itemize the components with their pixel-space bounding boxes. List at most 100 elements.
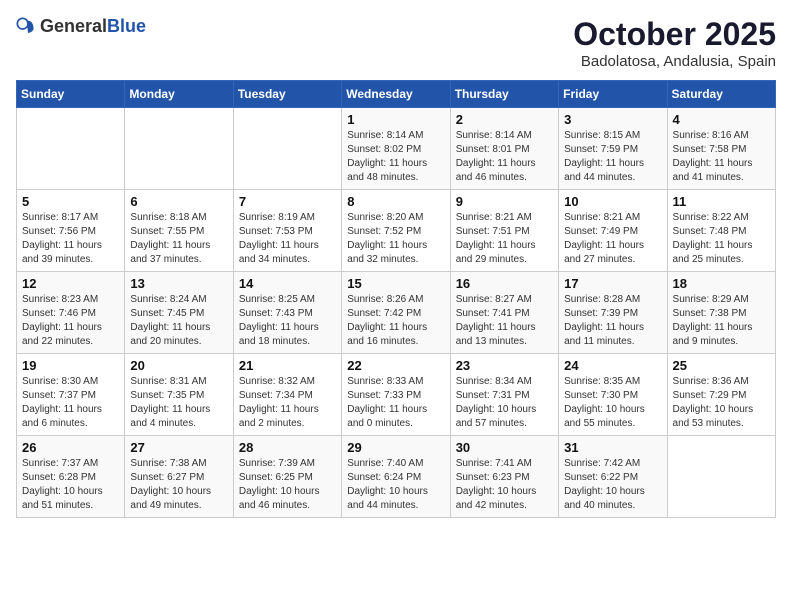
week-row-1: 5 Sunrise: 8:17 AM Sunset: 7:56 PM Daylig… <box>17 190 776 272</box>
day-info: Sunrise: 8:21 AM Sunset: 7:51 PM Dayligh… <box>456 211 553 267</box>
header-row: SundayMondayTuesdayWednesdayThursdayFrid… <box>17 81 776 108</box>
day-info: Sunrise: 7:42 AM Sunset: 6:22 PM Dayligh… <box>564 457 661 513</box>
day-info: Sunrise: 8:36 AM Sunset: 7:29 PM Dayligh… <box>673 375 770 431</box>
calendar-cell: 1Sunrise: 8:14 AM Sunset: 8:02 PM Daylig… <box>342 108 450 190</box>
calendar-cell: 12 Sunrise: 8:23 AM Sunset: 7:46 PM Dayli… <box>17 272 125 354</box>
calendar-cell: 5 Sunrise: 8:17 AM Sunset: 7:56 PM Daylig… <box>17 190 125 272</box>
calendar-cell: 19 Sunrise: 8:30 AM Sunset: 7:37 PM Dayli… <box>17 354 125 436</box>
calendar-cell <box>667 436 775 518</box>
day-number: 27 <box>130 440 227 455</box>
header-cell-monday: Monday <box>125 81 233 108</box>
day-number: 29 <box>347 440 444 455</box>
day-number: 2 <box>456 112 553 127</box>
day-number: 13 <box>130 276 227 291</box>
day-number: 14 <box>239 276 336 291</box>
day-info: Sunrise: 7:37 AM Sunset: 6:28 PM Dayligh… <box>22 457 119 513</box>
day-info: Sunrise: 8:20 AM Sunset: 7:52 PM Dayligh… <box>347 211 444 267</box>
calendar-cell: 20 Sunrise: 8:31 AM Sunset: 7:35 PM Dayli… <box>125 354 233 436</box>
day-info: Sunrise: 8:14 AM Sunset: 8:02 PM Dayligh… <box>347 129 444 185</box>
calendar-cell: 7Sunrise: 8:19 AM Sunset: 7:53 PM Daylig… <box>233 190 341 272</box>
day-info: Sunrise: 7:40 AM Sunset: 6:24 PM Dayligh… <box>347 457 444 513</box>
calendar-cell: 16Sunrise: 8:27 AM Sunset: 7:41 PM Dayli… <box>450 272 558 354</box>
calendar-cell: 14Sunrise: 8:25 AM Sunset: 7:43 PM Dayli… <box>233 272 341 354</box>
calendar-cell: 31 Sunrise: 7:42 AM Sunset: 6:22 PM Dayli… <box>559 436 667 518</box>
logo-general: General <box>40 16 107 36</box>
day-number: 28 <box>239 440 336 455</box>
calendar-cell <box>125 108 233 190</box>
calendar-cell: 22 Sunrise: 8:33 AM Sunset: 7:33 PM Dayli… <box>342 354 450 436</box>
day-info: Sunrise: 8:30 AM Sunset: 7:37 PM Dayligh… <box>22 375 119 431</box>
title-area: October 2025 Badolatosa, Andalusia, Spai… <box>573 16 776 70</box>
header-cell-thursday: Thursday <box>450 81 558 108</box>
day-info: Sunrise: 8:26 AM Sunset: 7:42 PM Dayligh… <box>347 293 444 349</box>
day-info: Sunrise: 8:28 AM Sunset: 7:39 PM Dayligh… <box>564 293 661 349</box>
day-number: 31 <box>564 440 661 455</box>
day-info: Sunrise: 8:18 AM Sunset: 7:55 PM Dayligh… <box>130 211 227 267</box>
day-number: 17 <box>564 276 661 291</box>
calendar-cell: 23 Sunrise: 8:34 AM Sunset: 7:31 PM Dayli… <box>450 354 558 436</box>
day-number: 21 <box>239 358 336 373</box>
day-number: 18 <box>673 276 770 291</box>
calendar-cell <box>233 108 341 190</box>
calendar-table: SundayMondayTuesdayWednesdayThursdayFrid… <box>16 80 776 518</box>
day-number: 10 <box>564 194 661 209</box>
day-number: 22 <box>347 358 444 373</box>
day-info: Sunrise: 8:33 AM Sunset: 7:33 PM Dayligh… <box>347 375 444 431</box>
day-number: 8 <box>347 194 444 209</box>
logo: GeneralBlue <box>16 16 146 37</box>
calendar-cell: 11 Sunrise: 8:22 AM Sunset: 7:48 PM Dayli… <box>667 190 775 272</box>
calendar-cell: 15 Sunrise: 8:26 AM Sunset: 7:42 PM Dayli… <box>342 272 450 354</box>
day-info: Sunrise: 8:29 AM Sunset: 7:38 PM Dayligh… <box>673 293 770 349</box>
calendar-cell: 26 Sunrise: 7:37 AM Sunset: 6:28 PM Dayli… <box>17 436 125 518</box>
day-info: Sunrise: 8:32 AM Sunset: 7:34 PM Dayligh… <box>239 375 336 431</box>
week-row-2: 12 Sunrise: 8:23 AM Sunset: 7:46 PM Dayli… <box>17 272 776 354</box>
day-info: Sunrise: 8:31 AM Sunset: 7:35 PM Dayligh… <box>130 375 227 431</box>
header-cell-friday: Friday <box>559 81 667 108</box>
calendar-cell: 30Sunrise: 7:41 AM Sunset: 6:23 PM Dayli… <box>450 436 558 518</box>
calendar-cell: 24 Sunrise: 8:35 AM Sunset: 7:30 PM Dayli… <box>559 354 667 436</box>
location-subtitle: Badolatosa, Andalusia, Spain <box>573 53 776 70</box>
week-row-4: 26 Sunrise: 7:37 AM Sunset: 6:28 PM Dayli… <box>17 436 776 518</box>
day-info: Sunrise: 8:16 AM Sunset: 7:58 PM Dayligh… <box>673 129 770 185</box>
calendar-cell: 29 Sunrise: 7:40 AM Sunset: 6:24 PM Dayli… <box>342 436 450 518</box>
day-info: Sunrise: 8:27 AM Sunset: 7:41 PM Dayligh… <box>456 293 553 349</box>
day-number: 5 <box>22 194 119 209</box>
day-number: 26 <box>22 440 119 455</box>
logo-icon <box>16 17 36 37</box>
day-info: Sunrise: 7:41 AM Sunset: 6:23 PM Dayligh… <box>456 457 553 513</box>
day-number: 12 <box>22 276 119 291</box>
calendar-body: 1Sunrise: 8:14 AM Sunset: 8:02 PM Daylig… <box>17 108 776 518</box>
calendar-cell: 9 Sunrise: 8:21 AM Sunset: 7:51 PM Daylig… <box>450 190 558 272</box>
calendar-cell: 2 Sunrise: 8:14 AM Sunset: 8:01 PM Daylig… <box>450 108 558 190</box>
day-info: Sunrise: 8:14 AM Sunset: 8:01 PM Dayligh… <box>456 129 553 185</box>
calendar-cell: 8 Sunrise: 8:20 AM Sunset: 7:52 PM Daylig… <box>342 190 450 272</box>
day-number: 23 <box>456 358 553 373</box>
calendar-cell: 21 Sunrise: 8:32 AM Sunset: 7:34 PM Dayli… <box>233 354 341 436</box>
calendar-cell: 6 Sunrise: 8:18 AM Sunset: 7:55 PM Daylig… <box>125 190 233 272</box>
logo-blue: Blue <box>107 16 146 36</box>
day-number: 24 <box>564 358 661 373</box>
calendar-cell <box>17 108 125 190</box>
day-info: Sunrise: 8:35 AM Sunset: 7:30 PM Dayligh… <box>564 375 661 431</box>
day-number: 9 <box>456 194 553 209</box>
calendar-cell: 13 Sunrise: 8:24 AM Sunset: 7:45 PM Dayli… <box>125 272 233 354</box>
day-number: 25 <box>673 358 770 373</box>
day-info: Sunrise: 8:15 AM Sunset: 7:59 PM Dayligh… <box>564 129 661 185</box>
day-number: 4 <box>673 112 770 127</box>
week-row-3: 19 Sunrise: 8:30 AM Sunset: 7:37 PM Dayli… <box>17 354 776 436</box>
day-info: Sunrise: 8:34 AM Sunset: 7:31 PM Dayligh… <box>456 375 553 431</box>
day-number: 11 <box>673 194 770 209</box>
calendar-cell: 4 Sunrise: 8:16 AM Sunset: 7:58 PM Daylig… <box>667 108 775 190</box>
day-number: 19 <box>22 358 119 373</box>
day-info: Sunrise: 8:22 AM Sunset: 7:48 PM Dayligh… <box>673 211 770 267</box>
day-info: Sunrise: 8:21 AM Sunset: 7:49 PM Dayligh… <box>564 211 661 267</box>
day-number: 3 <box>564 112 661 127</box>
day-info: Sunrise: 8:24 AM Sunset: 7:45 PM Dayligh… <box>130 293 227 349</box>
header: GeneralBlue October 2025 Badolatosa, And… <box>16 16 776 70</box>
day-number: 20 <box>130 358 227 373</box>
day-info: Sunrise: 8:23 AM Sunset: 7:46 PM Dayligh… <box>22 293 119 349</box>
day-number: 6 <box>130 194 227 209</box>
day-info: Sunrise: 8:17 AM Sunset: 7:56 PM Dayligh… <box>22 211 119 267</box>
calendar-cell: 28Sunrise: 7:39 AM Sunset: 6:25 PM Dayli… <box>233 436 341 518</box>
day-number: 15 <box>347 276 444 291</box>
